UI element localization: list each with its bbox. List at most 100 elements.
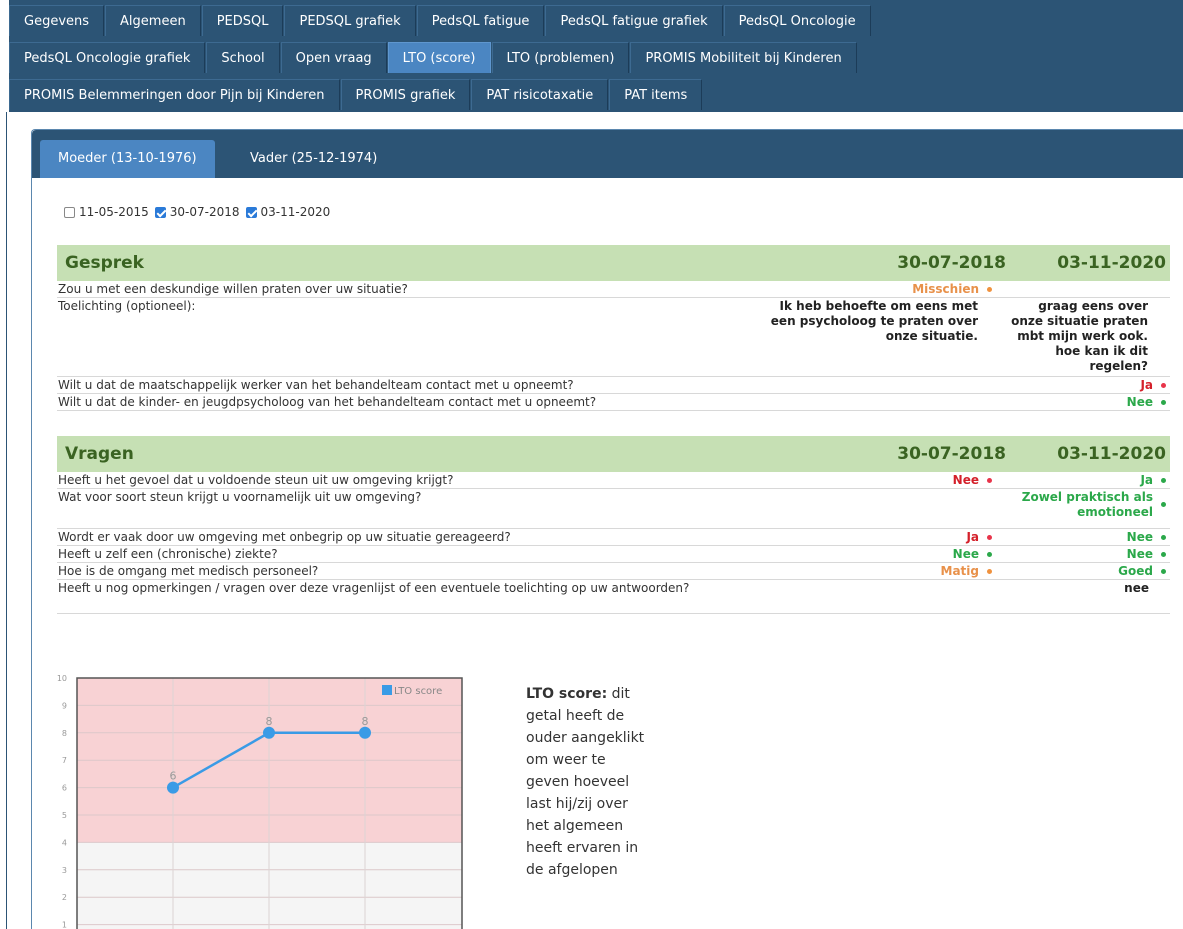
answer-value: nee	[1124, 581, 1149, 595]
answer-cell-2: Zowel praktisch als emotioneel	[1006, 489, 1170, 528]
lto-description-title: LTO score:	[526, 686, 608, 702]
parent-tab-bar: Moeder (13-10-1976) Vader (25-12-1974)	[32, 130, 1183, 178]
page-left-border	[6, 112, 7, 929]
status-dot	[1161, 400, 1166, 405]
answer-cell-1	[717, 377, 1006, 393]
tab-open-vraag[interactable]: Open vraag	[280, 42, 387, 73]
main-tab-bar: Gegevens Algemeen PEDSQL PEDSQL grafiek Peds…	[9, 0, 1183, 112]
date-filter-label: 03-11-2020	[260, 205, 331, 219]
tab-lto-problemen[interactable]: LTO (problemen)	[491, 42, 630, 73]
status-dot	[1161, 569, 1166, 574]
question-row: Toelichting (optioneel): Ik heb behoefte …	[57, 298, 1170, 377]
question-text: Heeft u het gevoel dat u voldoende steun…	[58, 473, 454, 487]
data-label: 8	[266, 715, 273, 728]
answer-cell-2: Nee	[1006, 394, 1170, 410]
status-dot	[1161, 552, 1166, 557]
y-tick-label: 9	[62, 701, 67, 710]
answer-cell-1: Nee	[717, 472, 1006, 488]
answer-value: Misschien	[912, 282, 979, 296]
answer-value: Ik heb behoefte om eens met een psycholo…	[770, 299, 978, 343]
tab-vader[interactable]: Vader (25-12-1974)	[232, 140, 395, 178]
date-filter-2020[interactable]: 03-11-2020	[245, 205, 331, 219]
question-text: Wordt er vaak door uw omgeving met onbeg…	[58, 530, 511, 544]
answer-value: Nee	[952, 547, 979, 561]
y-tick-label: 4	[62, 838, 67, 847]
tab-row-3: PROMIS Belemmeringen door Pijn bij Kinde…	[9, 79, 703, 110]
answer-cell-1: Nee	[717, 546, 1006, 562]
section-date-2: 03-11-2020	[1057, 444, 1166, 464]
y-tick-label: 8	[62, 729, 67, 738]
tab-algemeen[interactable]: Algemeen	[105, 5, 201, 36]
checkbox-2018[interactable]	[154, 206, 166, 218]
tab-pedsql[interactable]: PEDSQL	[201, 5, 284, 36]
question-row: Wordt er vaak door uw omgeving met onbeg…	[57, 529, 1170, 546]
lto-description-text: dit getal heeft de ouder aangeklikt om w…	[526, 686, 645, 878]
checkbox-2020[interactable]	[245, 206, 257, 218]
question-row: Zou u met een deskundige willen praten o…	[57, 281, 1170, 298]
legend-swatch	[382, 685, 392, 695]
tab-pedsql-oncologie-grafiek[interactable]: PedsQL Oncologie grafiek	[9, 42, 206, 73]
section-gesprek: Gesprek 30-07-2018 03-11-2020 Zou u met een…	[57, 245, 1170, 411]
answer-cell-2: nee	[1006, 580, 1170, 613]
status-dot	[987, 287, 992, 292]
answer-value: Ja	[966, 530, 979, 544]
section-date-2: 03-11-2020	[1057, 253, 1166, 273]
answer-cell-1: Ja	[717, 529, 1006, 545]
answer-value: Nee	[1126, 395, 1153, 409]
answer-cell-2: Nee	[1006, 546, 1170, 562]
tab-pedsql-fatigue-grafiek[interactable]: PedsQL fatigue grafiek	[545, 5, 723, 36]
status-dot	[987, 569, 992, 574]
tab-moeder[interactable]: Moeder (13-10-1976)	[40, 140, 215, 178]
question-text: Wat voor soort steun krijgt u voornameli…	[58, 490, 422, 504]
answer-value: Goed	[1118, 564, 1153, 578]
date-filter-label: 11-05-2015	[79, 205, 149, 219]
tab-row-1: Gegevens Algemeen PEDSQL PEDSQL grafiek Peds…	[9, 5, 872, 36]
tab-school[interactable]: School	[206, 42, 280, 73]
answer-cell-2: Ja	[1006, 377, 1170, 393]
lto-description: LTO score: dit getal heeft de ouder aang…	[526, 683, 646, 881]
section-header: Gesprek 30-07-2018 03-11-2020	[57, 245, 1170, 281]
answer-value: Matig	[940, 564, 979, 578]
tab-gegevens[interactable]: Gegevens	[9, 5, 105, 36]
answer-cell-1	[717, 489, 1006, 528]
answer-value: Nee	[1126, 547, 1153, 561]
answer-value: Ja	[1140, 378, 1153, 392]
tab-promis-mobiliteit-bij-kinderen[interactable]: PROMIS Mobiliteit bij Kinderen	[630, 42, 857, 73]
tab-pat-items[interactable]: PAT items	[609, 79, 703, 110]
answer-cell-1	[717, 580, 1006, 613]
y-tick-label: 6	[62, 784, 67, 793]
date-filter-label: 30-07-2018	[169, 205, 240, 219]
answer-cell-1: Misschien	[717, 281, 1006, 297]
tab-pat-risicotaxatie[interactable]: PAT risicotaxatie	[471, 79, 609, 110]
status-dot	[1161, 478, 1166, 483]
lto-score-chart: 012345678910688LTO score	[50, 670, 470, 929]
question-row: Wilt u dat de kinder- en jeugdpsycholoog…	[57, 394, 1170, 411]
y-tick-label: 7	[62, 756, 67, 765]
status-dot	[987, 478, 992, 483]
answer-value: Nee	[952, 473, 979, 487]
date-filter-2018[interactable]: 30-07-2018	[154, 205, 240, 219]
section-date-1: 30-07-2018	[897, 444, 1006, 464]
question-text: Heeft u zelf een (chronische) ziekte?	[58, 547, 278, 561]
question-text: Toelichting (optioneel):	[58, 299, 196, 313]
chart-svg: 012345678910688LTO score	[57, 674, 463, 929]
date-filter-2015[interactable]: 11-05-2015	[64, 205, 149, 219]
tab-pedsql-fatigue[interactable]: PedsQL fatigue	[416, 5, 545, 36]
question-text: Wilt u dat de kinder- en jeugdpsycholoog…	[58, 395, 597, 409]
checkbox-2015[interactable]	[64, 206, 75, 218]
tab-promis-grafiek[interactable]: PROMIS grafiek	[340, 79, 471, 110]
question-text: Wilt u dat de maatschappelijk werker van…	[58, 378, 574, 392]
status-dot	[987, 552, 992, 557]
answer-cell-2: Ja	[1006, 472, 1170, 488]
data-point	[167, 781, 179, 794]
y-tick-label: 3	[62, 866, 67, 875]
tab-pedsql-grafiek[interactable]: PEDSQL grafiek	[284, 5, 416, 36]
tab-pedsql-oncologie[interactable]: PedsQL Oncologie	[723, 5, 871, 36]
y-tick-label: 1	[62, 921, 67, 929]
answer-value: graag eens over onze situatie praten mbt…	[1011, 299, 1148, 373]
tab-promis-belemmeringen-door-pijn-bij-kinderen[interactable]: PROMIS Belemmeringen door Pijn bij Kinde…	[9, 79, 340, 110]
status-dot	[1161, 383, 1166, 388]
data-point	[263, 726, 275, 739]
section-header: Vragen 30-07-2018 03-11-2020	[57, 436, 1170, 472]
tab-lto-score[interactable]: LTO (score)	[387, 42, 491, 73]
